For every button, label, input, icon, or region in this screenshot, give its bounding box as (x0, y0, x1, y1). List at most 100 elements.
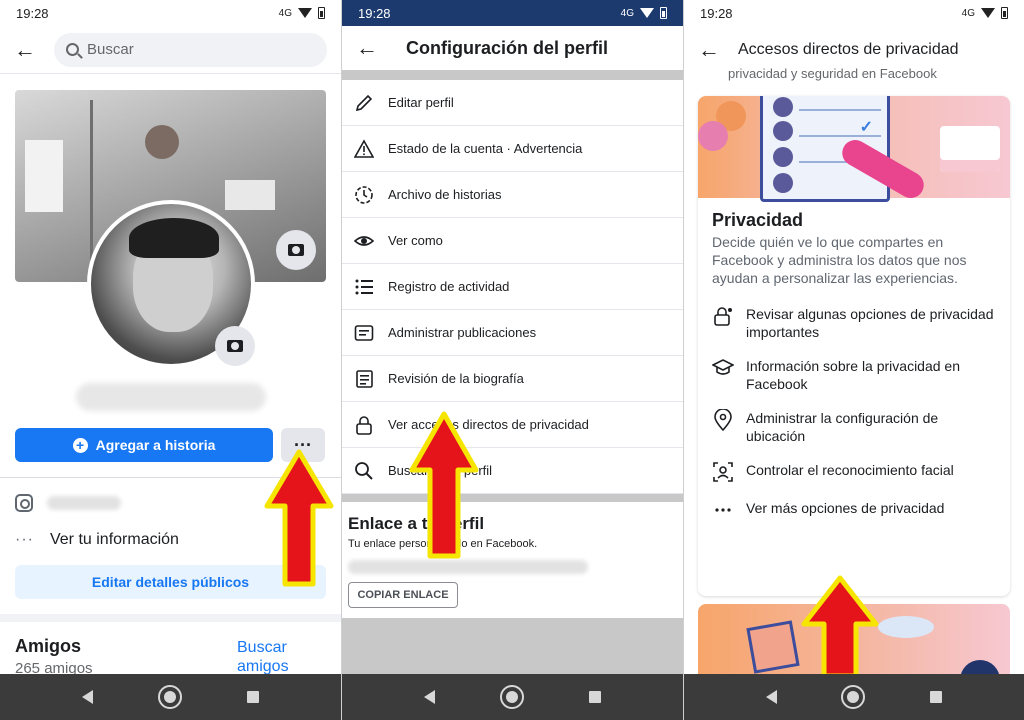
menu-item-label: Estado de la cuenta · Advertencia (388, 141, 583, 156)
wifi-icon (298, 8, 312, 18)
option-privacy-info[interactable]: Información sobre la privacidad en Faceb… (698, 347, 1010, 399)
settings-menu: Editar perfil Estado de la cuenta · Adve… (342, 80, 683, 494)
graduation-cap-icon (712, 357, 734, 379)
network-label: 4G (278, 7, 292, 19)
edit-public-label: Editar detalles públicos (91, 574, 250, 590)
lock-heart-icon (712, 305, 734, 327)
red-arrow-icon (409, 411, 479, 559)
option-review-privacy[interactable]: Revisar algunas opciones de privacidad i… (698, 295, 1010, 347)
find-friends-link[interactable]: Buscar amigos (237, 638, 307, 676)
nav-home-icon[interactable] (157, 685, 182, 709)
profile-link-description: Tu enlace personalizado en Facebook. (348, 538, 538, 550)
privacy-description: Decide quién ve lo que compartes en Face… (712, 234, 967, 286)
nav-back-icon[interactable] (424, 690, 436, 704)
plus-icon: + (72, 437, 88, 453)
menu-item-label: Editar perfil (388, 95, 454, 110)
nav-recents-icon[interactable] (588, 691, 601, 703)
section-divider (0, 614, 341, 622)
menu-item-story-archive[interactable]: Archivo de historias (342, 172, 683, 218)
menu-item-view-as[interactable]: Ver como (342, 218, 683, 264)
search-input[interactable]: Buscar (54, 32, 327, 67)
privacy-card: ✓ ✓ Privacidad Decide quién ve lo que co… (698, 96, 1010, 596)
clipped-description: privacidad y seguridad en Facebook (728, 66, 937, 81)
blurred-instagram-handle (47, 496, 121, 510)
section-divider (342, 494, 683, 502)
option-label: Información sobre la privacidad en Faceb… (746, 358, 961, 392)
profile-settings-screen: 19:28 4G ← Configuración del perfil Edit… (342, 0, 683, 720)
wifi-icon (640, 8, 654, 18)
face-scan-icon (712, 461, 734, 483)
nav-home-icon[interactable] (499, 685, 524, 709)
nav-back-icon[interactable] (766, 690, 778, 704)
page-title: Accesos directos de privacidad (738, 41, 959, 58)
menu-item-account-status[interactable]: Estado de la cuenta · Advertencia (342, 126, 683, 172)
red-arrow-icon (801, 575, 879, 679)
menu-item-privacy-shortcuts[interactable]: Ver accesos directos de privacidad (342, 402, 683, 448)
page-title: Configuración del perfil (406, 37, 609, 58)
history-icon (354, 185, 374, 205)
option-label: Ver más opciones de privacidad (746, 500, 945, 516)
search-icon (354, 461, 374, 481)
profile-link-title: Enlace a tu perfil (348, 514, 485, 533)
option-face-recognition[interactable]: Controlar el reconocimiento facial (698, 451, 1010, 489)
background-overlay (342, 618, 683, 674)
privacy-title: Privacidad (712, 210, 804, 230)
option-more-privacy[interactable]: Ver más opciones de privacidad (698, 489, 1010, 527)
privacy-shortcuts-screen: 19:28 4G ← Accesos directos de privacida… (684, 0, 1024, 720)
pencil-icon (354, 93, 374, 113)
menu-item-activity-log[interactable]: Registro de actividad (342, 264, 683, 310)
search-icon (66, 43, 79, 56)
status-bar: 19:28 4G (0, 0, 341, 26)
location-pin-icon (712, 409, 734, 431)
nav-back-icon[interactable] (82, 690, 94, 704)
android-nav-bar (342, 674, 683, 720)
back-arrow-icon[interactable]: ← (14, 38, 36, 61)
posts-icon (354, 323, 374, 343)
back-arrow-icon[interactable]: ← (698, 39, 720, 61)
back-arrow-icon[interactable]: ← (356, 37, 378, 59)
battery-icon (318, 7, 325, 19)
network-label: 4G (961, 7, 975, 19)
instagram-row[interactable] (15, 494, 121, 512)
status-time: 19:28 (358, 5, 391, 21)
menu-item-label: Ver como (388, 233, 443, 248)
menu-item-timeline-review[interactable]: Revisión de la biografía (342, 356, 683, 402)
wifi-icon (981, 8, 995, 18)
battery-icon (660, 7, 667, 19)
add-to-story-label: Agregar a historia (95, 437, 216, 453)
eye-icon (354, 231, 374, 251)
add-to-story-button[interactable]: + Agregar a historia (15, 428, 273, 462)
blurred-profile-url (348, 560, 588, 574)
more-dots-icon: ··· (15, 531, 34, 548)
review-icon (354, 369, 374, 389)
see-info-row[interactable]: ··· Ver tu información (15, 531, 179, 549)
nav-recents-icon[interactable] (246, 691, 259, 703)
menu-item-label: Administrar publicaciones (388, 325, 537, 340)
nav-recents-icon[interactable] (929, 691, 942, 703)
search-header: ← Buscar (0, 26, 341, 74)
status-time: 19:28 (16, 5, 49, 21)
status-bar: 19:28 4G (342, 0, 683, 26)
menu-item-label: Revisión de la biografía (388, 371, 524, 386)
avatar-camera-icon[interactable] (215, 326, 255, 366)
blurred-profile-name (76, 383, 266, 411)
network-label: 4G (620, 7, 634, 19)
red-arrow-icon (264, 449, 334, 587)
menu-item-edit-profile[interactable]: Editar perfil (342, 80, 683, 126)
privacy-illustration: ✓ ✓ (698, 96, 1010, 203)
more-dots-icon (712, 499, 734, 521)
menu-item-label: Registro de actividad (388, 279, 510, 294)
android-nav-bar (684, 674, 1024, 720)
nav-home-icon[interactable] (841, 685, 866, 709)
copy-link-label: COPIAR ENLACE (357, 589, 449, 601)
option-label: Administrar la configuración de ubicació… (746, 410, 939, 444)
menu-item-manage-posts[interactable]: Administrar publicaciones (342, 310, 683, 356)
option-location-settings[interactable]: Administrar la configuración de ubicació… (698, 399, 1010, 451)
copy-link-button[interactable]: COPIAR ENLACE (348, 582, 458, 608)
cover-camera-icon[interactable] (276, 230, 316, 270)
lock-icon (354, 415, 374, 435)
warning-icon (354, 138, 374, 159)
option-label: Revisar algunas opciones de privacidad i… (746, 306, 994, 340)
menu-item-label: Archivo de historias (388, 187, 502, 202)
menu-item-search-profile[interactable]: Buscar en el perfil (342, 448, 683, 494)
